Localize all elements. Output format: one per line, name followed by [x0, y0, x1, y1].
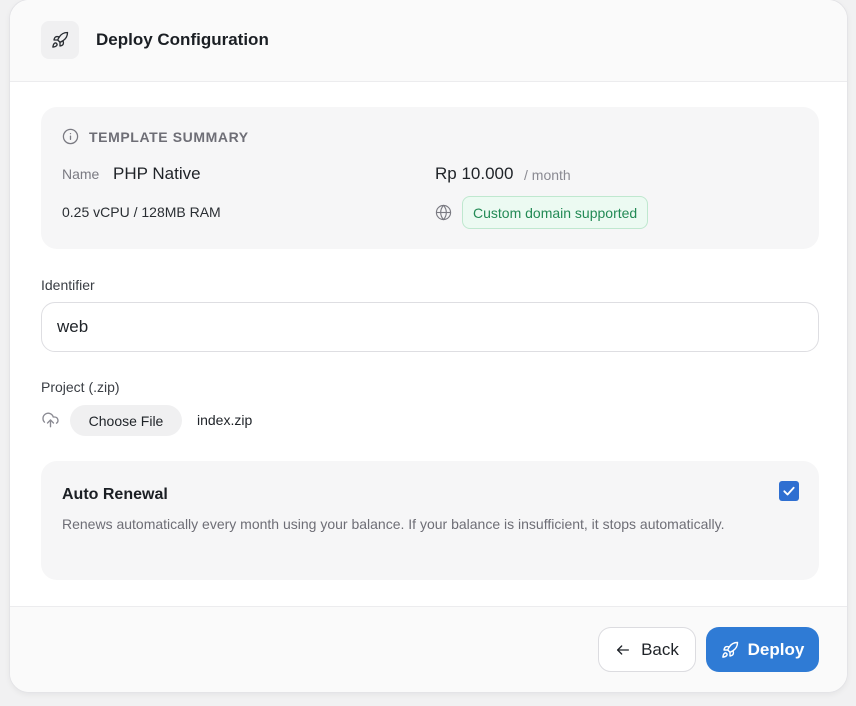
back-button[interactable]: Back [598, 627, 696, 672]
auto-renewal-description: Renews automatically every month using y… [62, 516, 725, 532]
summary-heading: TEMPLATE SUMMARY [62, 128, 249, 145]
template-name: PHP Native [113, 164, 201, 183]
resource-specs: 0.25 vCPU / 128MB RAM [62, 204, 221, 220]
choose-file-button[interactable]: Choose File [70, 405, 182, 436]
auto-renewal-panel: Auto Renewal Renews automatically every … [41, 461, 819, 580]
selected-file-name: index.zip [197, 412, 253, 428]
back-label: Back [641, 639, 679, 659]
rocket-icon [41, 21, 79, 59]
rocket-icon [721, 641, 739, 659]
deploy-config-card: Deploy Configuration TEMPLATE SUMMARY Na… [9, 0, 848, 693]
checkmark-icon [783, 486, 795, 496]
project-label: Project (.zip) [41, 379, 120, 395]
globe-icon [435, 204, 452, 221]
identifier-input[interactable] [41, 302, 819, 352]
identifier-label: Identifier [41, 277, 95, 293]
summary-title: TEMPLATE SUMMARY [89, 128, 249, 145]
cloud-upload-icon [41, 411, 60, 429]
deploy-button[interactable]: Deploy [706, 627, 819, 672]
name-label: Name [62, 166, 100, 182]
arrow-left-icon [615, 642, 631, 658]
price-value: Rp 10.000 [435, 164, 514, 183]
auto-renewal-title: Auto Renewal [62, 486, 168, 503]
deploy-label: Deploy [747, 639, 805, 659]
template-summary-panel: TEMPLATE SUMMARY Name PHP Native Rp 10.0… [41, 107, 819, 249]
card-header: Deploy Configuration [10, 0, 847, 82]
auto-renewal-checkbox[interactable] [779, 481, 799, 501]
price-unit: / month [524, 167, 571, 183]
info-icon [62, 128, 79, 145]
card-footer: Back Deploy [10, 606, 847, 692]
page-title: Deploy Configuration [96, 30, 269, 49]
custom-domain-badge: Custom domain supported [462, 196, 649, 229]
